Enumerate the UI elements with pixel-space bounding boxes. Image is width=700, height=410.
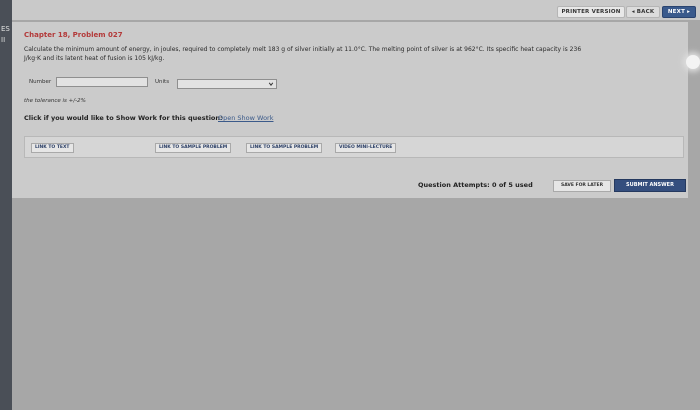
show-work-prompt: Click if you would like to Show Work for…: [24, 114, 223, 122]
top-toolbar: PRINTER VERSION ◂ BACK NEXT ▸: [12, 0, 700, 20]
problem-text-line-1: Calculate the minimum amount of energy, …: [24, 46, 582, 53]
units-label: Units: [155, 79, 170, 85]
number-label: Number: [29, 79, 52, 85]
resource-links-bar: LINK TO TEXT LINK TO SAMPLE PROBLEM LINK…: [24, 136, 684, 158]
sidebar-label-2: II: [1, 36, 6, 44]
link-to-text-button[interactable]: LINK TO TEXT: [31, 143, 74, 153]
question-attempts: Question Attempts: 0 of 5 used: [418, 181, 533, 189]
save-for-later-button[interactable]: SAVE FOR LATER: [553, 180, 611, 192]
link-to-sample-problem-button-1[interactable]: LINK TO SAMPLE PROBLEM: [155, 143, 232, 153]
sidebar-label-1: ES: [1, 25, 10, 33]
back-button[interactable]: ◂ BACK: [626, 6, 660, 18]
screen-glare: [686, 55, 700, 69]
left-sidebar-strip: ES II: [0, 0, 12, 410]
problem-statement: Calculate the minimum amount of energy, …: [24, 45, 684, 63]
open-show-work-link[interactable]: Open Show Work: [218, 114, 274, 122]
number-input[interactable]: [56, 77, 148, 87]
video-mini-lecture-button[interactable]: VIDEO MINI-LECTURE: [335, 143, 397, 153]
problem-title: Chapter 18, Problem 027: [24, 31, 123, 39]
link-to-sample-problem-button-2[interactable]: LINK TO SAMPLE PROBLEM: [246, 143, 323, 153]
tolerance-note: the tolerance is +/-2%: [24, 98, 86, 104]
chevron-down-icon: [268, 82, 274, 86]
units-dropdown[interactable]: [177, 79, 277, 89]
problem-text-line-2: J/kg·K and its latent heat of fusion is …: [24, 55, 165, 62]
next-button[interactable]: NEXT ▸: [662, 6, 696, 18]
submit-answer-button[interactable]: SUBMIT ANSWER: [614, 179, 686, 192]
printer-version-button[interactable]: PRINTER VERSION: [557, 6, 625, 18]
